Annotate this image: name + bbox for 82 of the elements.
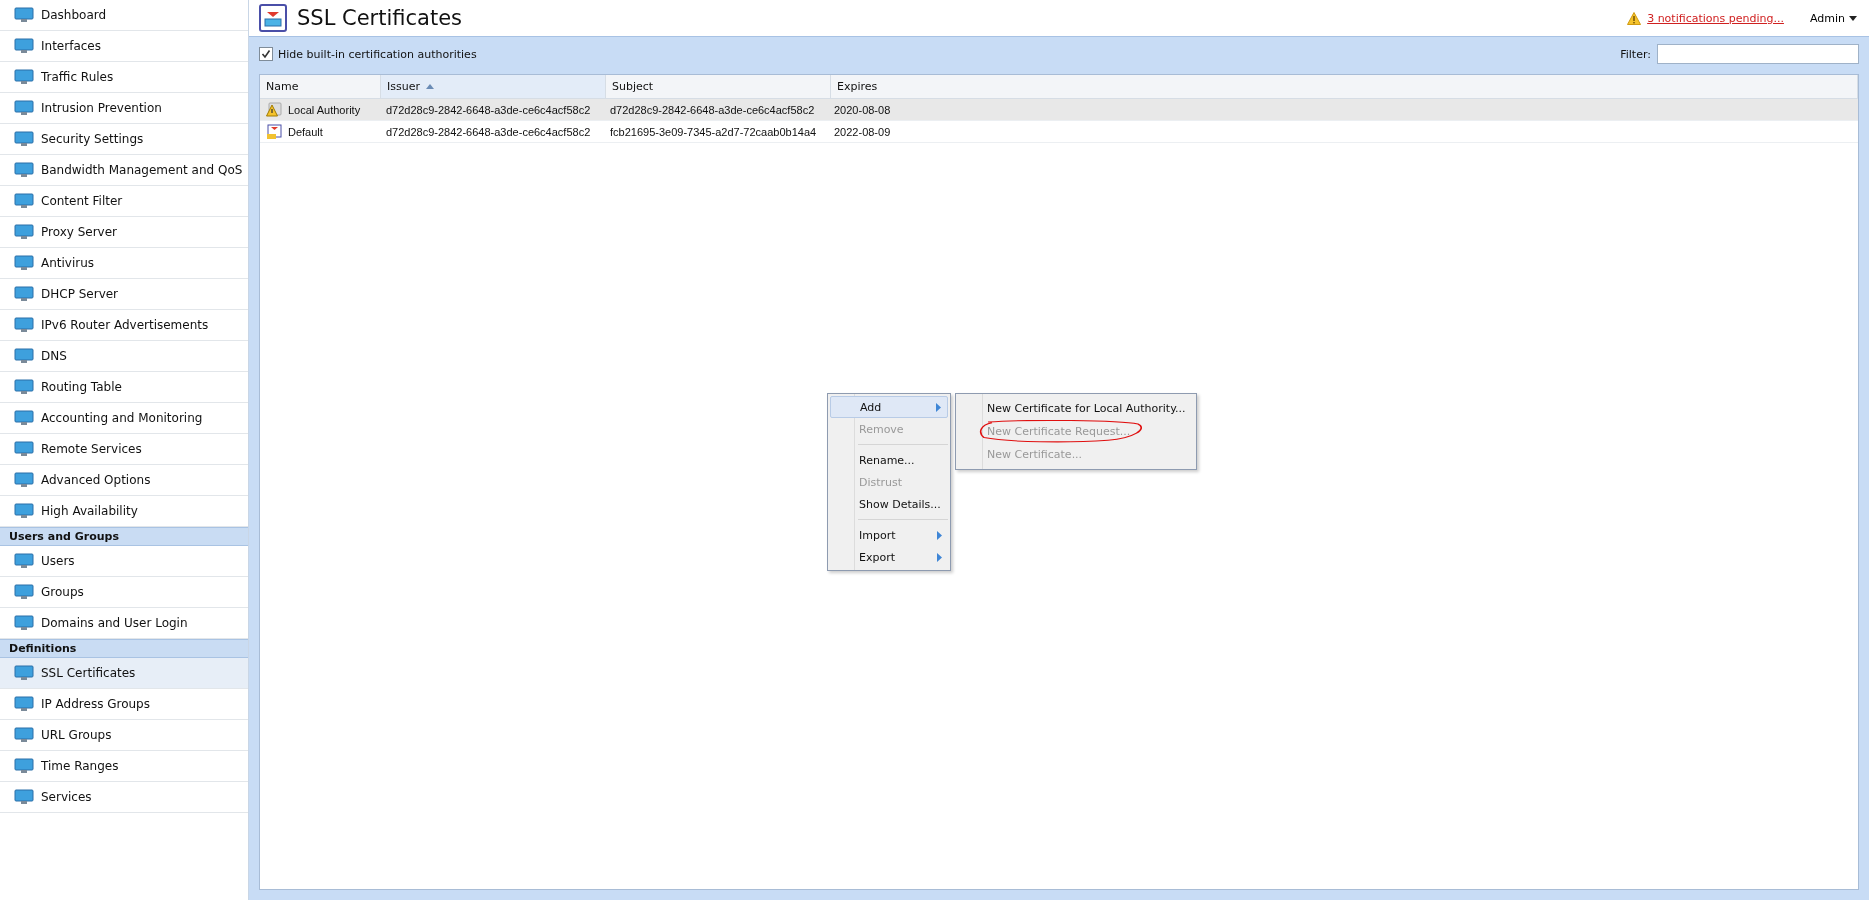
monitor-icon bbox=[14, 664, 34, 682]
warning-certificate-icon bbox=[266, 101, 282, 118]
monitor-icon bbox=[14, 285, 34, 303]
monitor-icon bbox=[14, 68, 34, 86]
sidebar-item[interactable]: Advanced Options bbox=[0, 465, 248, 496]
table-cell: fcb21695-3e09-7345-a2d7-72caab0b14a4 bbox=[610, 125, 817, 138]
sidebar-item[interactable]: Users bbox=[0, 546, 248, 577]
table-cell: 2020-08-08 bbox=[834, 103, 891, 116]
warning-icon bbox=[1627, 11, 1642, 25]
certificate-icon bbox=[266, 123, 282, 140]
sidebar-item[interactable]: Bandwidth Management and QoS bbox=[0, 155, 248, 186]
monitor-icon bbox=[14, 614, 34, 632]
monitor-icon bbox=[14, 223, 34, 241]
monitor-icon bbox=[14, 502, 34, 520]
menu-item[interactable]: Show Details... bbox=[830, 493, 948, 515]
filter-label: Filter: bbox=[1620, 47, 1651, 61]
section-heading: Definitions bbox=[0, 639, 248, 658]
sidebar-item[interactable]: IPv6 Router Advertisements bbox=[0, 310, 248, 341]
sidebar-item[interactable]: DNS bbox=[0, 341, 248, 372]
checkbox-label: Hide built-in certification authorities bbox=[278, 47, 477, 61]
sidebar-item[interactable]: Antivirus bbox=[0, 248, 248, 279]
column-header[interactable]: Subject bbox=[606, 75, 831, 98]
sidebar-item[interactable]: Content Filter bbox=[0, 186, 248, 217]
table-row[interactable]: Default d72d28c9-2842-6648-a3de-ce6c4acf58c2 fcb21695-3e09-7345-a2d7-72caab0b14a4 2022-08-09 bbox=[260, 121, 1858, 143]
sidebar-item[interactable]: DHCP Server bbox=[0, 279, 248, 310]
column-header[interactable]: Issuer bbox=[381, 75, 606, 98]
page-title: SSL Certificates bbox=[297, 6, 463, 30]
sidebar-item[interactable]: Time Ranges bbox=[0, 751, 248, 782]
menu-item[interactable]: Rename... bbox=[830, 449, 948, 471]
caret-icon bbox=[1849, 15, 1857, 21]
monitor-icon bbox=[14, 161, 34, 179]
monitor-icon bbox=[14, 409, 34, 427]
sidebar-item[interactable]: SSL Certificates bbox=[0, 658, 248, 689]
sidebar-item[interactable]: Accounting and Monitoring bbox=[0, 403, 248, 434]
filter-field[interactable] bbox=[1657, 44, 1859, 64]
menu-item[interactable]: Import bbox=[830, 524, 948, 546]
table-cell: 2022-08-09 bbox=[834, 125, 891, 138]
sidebar-item[interactable]: Groups bbox=[0, 577, 248, 608]
monitor-icon bbox=[14, 192, 34, 210]
column-header[interactable]: Expires bbox=[831, 75, 1858, 98]
table-cell: d72d28c9-2842-6648-a3de-ce6c4acf58c2 bbox=[386, 125, 591, 138]
table-cell: Default bbox=[288, 125, 323, 138]
monitor-icon bbox=[14, 583, 34, 601]
monitor-icon bbox=[14, 552, 34, 570]
sidebar-item[interactable]: IP Address Groups bbox=[0, 689, 248, 720]
table-row[interactable]: Local Authority d72d28c9-2842-6648-a3de-ce6c4acf58c2 d72d28c9-2842-6648-a3de-ce6c4acf58c2 2020-08-08 bbox=[260, 99, 1858, 121]
checkbox[interactable] bbox=[259, 47, 273, 61]
monitor-icon bbox=[14, 347, 34, 365]
sidebar-item[interactable]: Routing Table bbox=[0, 372, 248, 403]
table-cell: d72d28c9-2842-6648-a3de-ce6c4acf58c2 bbox=[386, 103, 591, 116]
sidebar-item[interactable]: Interfaces bbox=[0, 31, 248, 62]
sidebar-item[interactable]: Services bbox=[0, 782, 248, 813]
monitor-icon bbox=[14, 6, 34, 24]
sidebar-item[interactable]: Traffic Rules bbox=[0, 62, 248, 93]
sidebar-item[interactable]: Security Settings bbox=[0, 124, 248, 155]
monitor-icon bbox=[14, 726, 34, 744]
monitor-icon bbox=[14, 130, 34, 148]
monitor-icon bbox=[14, 378, 34, 396]
user-menu-button[interactable]: Admin bbox=[1809, 11, 1857, 25]
sort-ascending-icon bbox=[425, 84, 434, 89]
monitor-icon bbox=[14, 757, 34, 775]
monitor-icon bbox=[14, 440, 34, 458]
monitor-icon bbox=[14, 254, 34, 272]
monitor-icon bbox=[14, 788, 34, 806]
notifications-link[interactable]: 3 notifications pending... bbox=[1647, 11, 1784, 25]
monitor-icon bbox=[14, 37, 34, 55]
sidebar-item[interactable]: URL Groups bbox=[0, 720, 248, 751]
section-heading: Users and Groups bbox=[0, 527, 248, 546]
certificate-icon bbox=[259, 4, 287, 32]
sidebar-item[interactable]: Remote Services bbox=[0, 434, 248, 465]
monitor-icon bbox=[14, 695, 34, 713]
menu-item[interactable]: Add bbox=[830, 396, 948, 418]
sidebar-item[interactable]: Dashboard bbox=[0, 0, 248, 31]
menu-item[interactable]: Export bbox=[830, 546, 948, 568]
sidebar-item[interactable]: Proxy Server bbox=[0, 217, 248, 248]
monitor-icon bbox=[14, 471, 34, 489]
table-cell: Local Authority bbox=[288, 103, 361, 116]
table-cell: d72d28c9-2842-6648-a3de-ce6c4acf58c2 bbox=[610, 103, 815, 116]
menu-item[interactable]: New Certificate for Local Authority... bbox=[958, 397, 1194, 420]
monitor-icon bbox=[14, 316, 34, 334]
sidebar-item[interactable]: Intrusion Prevention bbox=[0, 93, 248, 124]
monitor-icon bbox=[14, 99, 34, 117]
